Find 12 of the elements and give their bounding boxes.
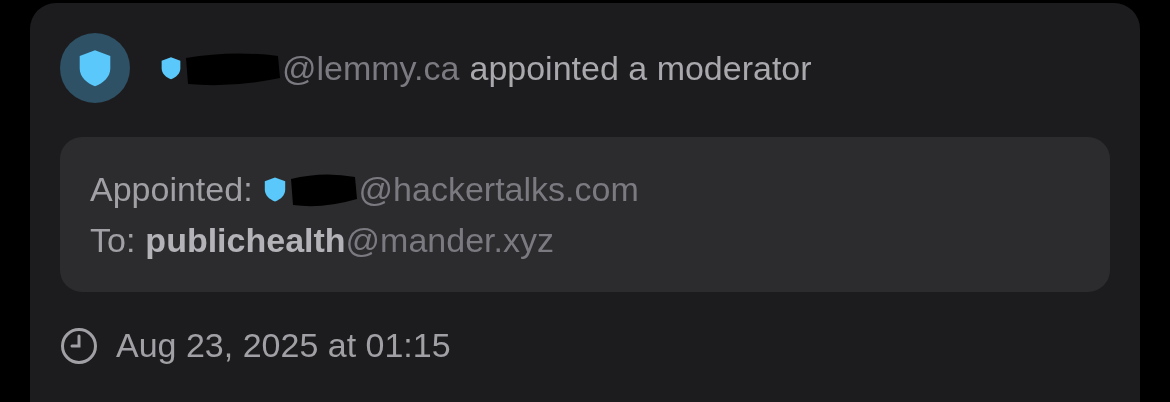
user-domain: @hackertalks.com bbox=[358, 169, 639, 209]
to-label: To: bbox=[90, 221, 136, 260]
appointed-label: Appointed: bbox=[90, 169, 253, 209]
user-domain: @lemmy.ca bbox=[282, 48, 460, 88]
community-domain: @mander.xyz bbox=[345, 221, 554, 260]
clock-icon bbox=[60, 326, 98, 365]
shield-icon bbox=[160, 55, 182, 81]
timestamp: Aug 23, 2025 at 01:15 bbox=[116, 326, 451, 365]
action-text: appointed a moderator bbox=[469, 48, 812, 88]
community-name: publichealth bbox=[145, 221, 346, 260]
shield-icon bbox=[77, 47, 113, 89]
shield-icon bbox=[262, 175, 287, 203]
